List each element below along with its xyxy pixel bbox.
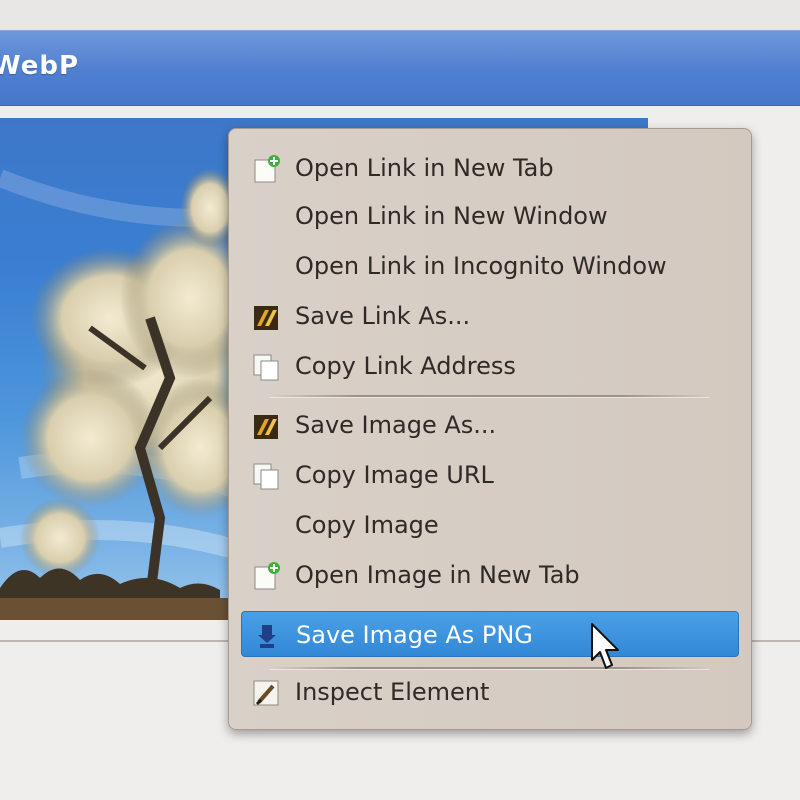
menu-item-label: Save Image As... [295,411,497,439]
menu-item-open-link-new-window[interactable]: Open Link in New Window [241,193,739,239]
menu-item-label: Open Image in New Tab [295,561,580,589]
png-save-icon [252,621,282,651]
menu-item-label: Copy Image [295,511,439,539]
top-band [0,0,800,30]
menu-item-save-link-as[interactable]: Save Link As... [241,293,739,339]
menu-item-open-link-incognito[interactable]: Open Link in Incognito Window [241,243,739,289]
menu-item-label: Open Link in New Tab [295,154,554,182]
title-bar: WebP [0,30,800,106]
menu-item-copy-image-url[interactable]: Copy Image URL [241,452,739,498]
save-as-icon [251,302,281,332]
save-as-icon [251,411,281,441]
menu-item-inspect-element[interactable]: Inspect Element [241,669,739,715]
menu-item-open-link-new-tab[interactable]: Open Link in New Tab [241,145,739,191]
new-tab-icon [251,561,281,591]
menu-separator-highlight [269,397,709,398]
new-tab-icon [251,154,281,184]
menu-item-label: Copy Link Address [295,352,516,380]
copy-icon [251,461,281,491]
menu-item-label: Save Image As PNG [296,621,533,649]
menu-item-open-image-new-tab[interactable]: Open Image in New Tab [241,552,739,598]
context-menu: Open Link in New Tab Open Link in New Wi… [228,128,752,730]
menu-item-label: Open Link in New Window [295,202,608,230]
menu-item-copy-link-address[interactable]: Copy Link Address [241,343,739,389]
menu-item-copy-image[interactable]: Copy Image [241,502,739,548]
window-title: WebP [0,51,80,81]
inspect-icon [251,678,281,708]
menu-item-save-image-as[interactable]: Save Image As... [241,402,739,448]
menu-item-label: Save Link As... [295,302,471,330]
menu-item-label: Inspect Element [295,678,490,706]
menu-item-save-image-as-png[interactable]: Save Image As PNG [241,611,739,657]
menu-item-label: Open Link in Incognito Window [295,252,667,280]
mouse-cursor-icon [591,623,619,669]
menu-item-label: Copy Image URL [295,461,494,489]
copy-icon [251,352,281,382]
